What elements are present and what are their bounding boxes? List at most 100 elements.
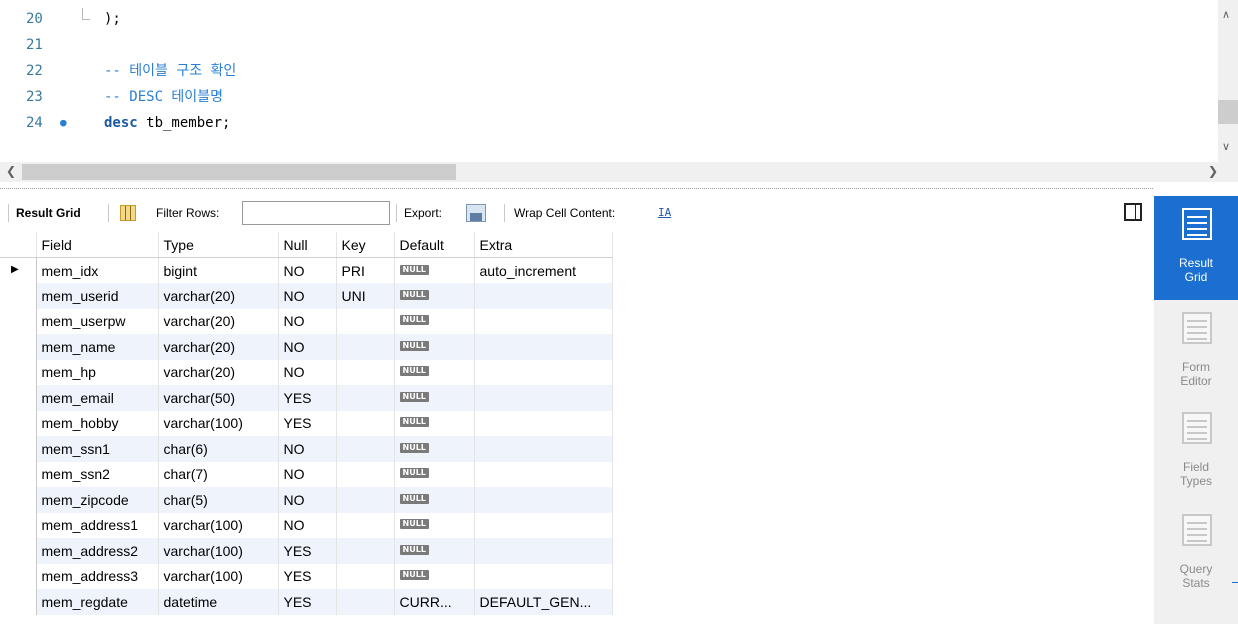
panel-splitter[interactable] [0, 186, 1154, 192]
scroll-down-icon[interactable]: ∨ [1222, 140, 1230, 153]
cell-extra[interactable] [474, 410, 613, 436]
row-header[interactable]: ▶ [0, 257, 37, 283]
cell-type[interactable]: varchar(50) [158, 385, 279, 411]
scroll-right-icon[interactable]: ❯ [1208, 164, 1218, 178]
result-grid-side-button[interactable]: Result Grid [1154, 196, 1238, 300]
cell-null[interactable]: YES [278, 385, 337, 411]
column-header-type[interactable]: Type [158, 232, 279, 258]
table-row[interactable]: mem_name varchar(20) NO NULL [0, 334, 613, 360]
cell-key[interactable] [336, 487, 395, 513]
cell-type[interactable]: varchar(20) [158, 359, 279, 385]
cell-null[interactable]: YES [278, 538, 337, 564]
cell-key[interactable] [336, 410, 395, 436]
row-header[interactable] [0, 308, 37, 334]
cell-type[interactable]: varchar(100) [158, 512, 279, 538]
cell-null[interactable]: NO [278, 283, 337, 309]
cell-type[interactable]: varchar(20) [158, 283, 279, 309]
cell-key[interactable] [336, 385, 395, 411]
cell-null[interactable]: NO [278, 308, 337, 334]
row-header[interactable] [0, 487, 37, 513]
code-line-22[interactable]: 22 -- 테이블 구조 확인 [0, 58, 1218, 84]
table-row[interactable]: mem_userpw varchar(20) NO NULL [0, 308, 613, 334]
query-stats-side-button[interactable]: Query Stats [1154, 502, 1238, 606]
cell-type[interactable]: varchar(100) [158, 538, 279, 564]
cell-type[interactable]: varchar(100) [158, 563, 279, 589]
cell-key[interactable] [336, 436, 395, 462]
cell-null[interactable]: NO [278, 334, 337, 360]
cell-key[interactable] [336, 334, 395, 360]
cell-default[interactable]: CURR... [394, 589, 475, 615]
cell-default[interactable]: NULL [394, 308, 475, 334]
cell-default[interactable]: NULL [394, 512, 475, 538]
cell-key[interactable] [336, 538, 395, 564]
cell-default[interactable]: NULL [394, 283, 475, 309]
cell-extra[interactable]: DEFAULT_GEN... [474, 589, 613, 615]
field-types-side-button[interactable]: Field Types [1154, 400, 1238, 504]
table-row[interactable]: mem_zipcode char(5) NO NULL [0, 487, 613, 513]
export-icon[interactable] [466, 204, 486, 222]
table-row[interactable]: mem_hobby varchar(100) YES NULL [0, 410, 613, 436]
code-line-21[interactable]: 21 [0, 32, 1218, 58]
cell-field[interactable]: mem_userpw [36, 308, 159, 334]
table-row[interactable]: mem_address2 varchar(100) YES NULL [0, 538, 613, 564]
cell-key[interactable] [336, 589, 395, 615]
row-header[interactable] [0, 334, 37, 360]
cell-key[interactable]: UNI [336, 283, 395, 309]
table-row[interactable]: ▶ mem_idx bigint NO PRI NULL auto_increment [0, 257, 613, 283]
row-header[interactable] [0, 410, 37, 436]
cell-key[interactable] [336, 308, 395, 334]
cell-default[interactable]: NULL [394, 410, 475, 436]
row-header[interactable] [0, 385, 37, 411]
cell-type[interactable]: varchar(20) [158, 308, 279, 334]
scrollbar-thumb[interactable] [1218, 100, 1238, 124]
result-grid[interactable]: Field Type Null Key Default Extra ▶ mem_i… [0, 232, 1154, 624]
cell-field[interactable]: mem_name [36, 334, 159, 360]
cell-type[interactable]: datetime [158, 589, 279, 615]
cell-field[interactable]: mem_zipcode [36, 487, 159, 513]
editor-horizontal-scrollbar[interactable]: ❮ ❯ [0, 162, 1238, 182]
cell-key[interactable] [336, 461, 395, 487]
cell-field[interactable]: mem_address2 [36, 538, 159, 564]
table-row[interactable]: mem_regdate datetime YES CURR... DEFAULT_GEN… [0, 589, 613, 615]
column-header-extra[interactable]: Extra [474, 232, 613, 258]
column-header-key[interactable]: Key [336, 232, 395, 258]
scroll-left-icon[interactable]: ❮ [6, 164, 16, 178]
cell-extra[interactable] [474, 487, 613, 513]
cell-default[interactable]: NULL [394, 461, 475, 487]
row-header[interactable] [0, 359, 37, 385]
cell-extra[interactable] [474, 283, 613, 309]
cell-extra[interactable] [474, 461, 613, 487]
row-header[interactable] [0, 563, 37, 589]
cell-key[interactable] [336, 563, 395, 589]
cell-null[interactable]: NO [278, 461, 337, 487]
cell-field[interactable]: mem_hp [36, 359, 159, 385]
cell-key[interactable] [336, 359, 395, 385]
cell-null[interactable]: NO [278, 487, 337, 513]
cell-field[interactable]: mem_userid [36, 283, 159, 309]
cell-extra[interactable] [474, 512, 613, 538]
cell-field[interactable]: mem_idx [36, 257, 159, 283]
table-row[interactable]: mem_hp varchar(20) NO NULL [0, 359, 613, 385]
grid-layout-icon[interactable] [120, 205, 136, 221]
row-header[interactable] [0, 538, 37, 564]
cell-extra[interactable] [474, 538, 613, 564]
cell-default[interactable]: NULL [394, 487, 475, 513]
row-header[interactable] [0, 461, 37, 487]
code-line-23[interactable]: 23 -- DESC 테이블명 [0, 84, 1218, 110]
sql-editor[interactable]: 20 ); 21 22 -- 테이블 구조 확인 23 -- DESC 테이블명… [0, 0, 1238, 162]
wrap-cell-icon[interactable]: IA [658, 205, 671, 221]
editor-vertical-scrollbar[interactable]: ∧ ∨ [1218, 0, 1238, 162]
table-row[interactable]: mem_address1 varchar(100) NO NULL [0, 512, 613, 538]
cell-default[interactable]: NULL [394, 563, 475, 589]
cell-extra[interactable] [474, 385, 613, 411]
table-row[interactable]: mem_email varchar(50) YES NULL [0, 385, 613, 411]
cell-null[interactable]: NO [278, 436, 337, 462]
table-row[interactable]: mem_address3 varchar(100) YES NULL [0, 563, 613, 589]
cell-null[interactable]: NO [278, 257, 337, 283]
cell-field[interactable]: mem_regdate [36, 589, 159, 615]
cell-type[interactable]: bigint [158, 257, 279, 283]
table-row[interactable]: mem_ssn2 char(7) NO NULL [0, 461, 613, 487]
cell-field[interactable]: mem_ssn2 [36, 461, 159, 487]
cell-type[interactable]: char(7) [158, 461, 279, 487]
cell-default[interactable]: NULL [394, 538, 475, 564]
